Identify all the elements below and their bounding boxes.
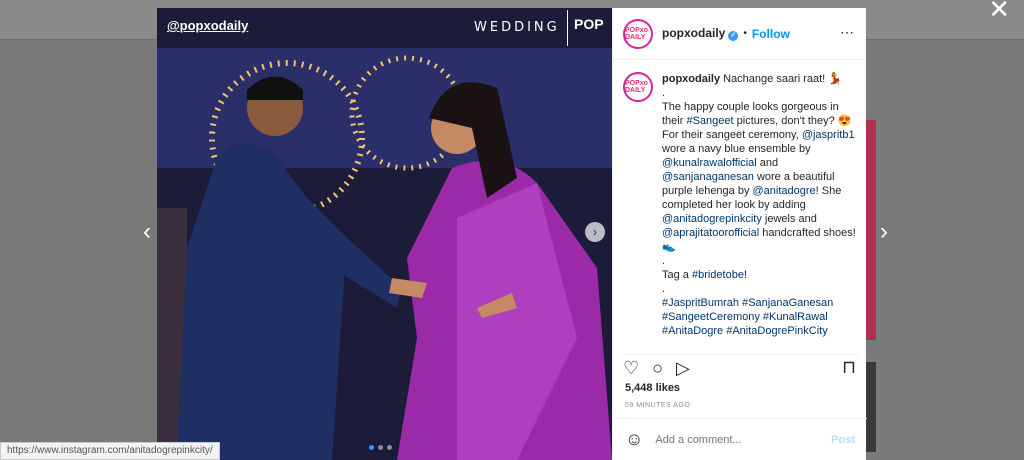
mention-link[interactable]: @anitadogre bbox=[753, 185, 816, 197]
mention-link[interactable]: @anitadogrepinkcity bbox=[662, 213, 762, 225]
popxo-logo: POP bbox=[567, 10, 605, 46]
status-url-tooltip: https://www.instagram.com/anitadogrepink… bbox=[0, 442, 220, 460]
caption-paragraph: ! bbox=[743, 269, 748, 281]
caption-username[interactable]: popxodaily bbox=[662, 73, 720, 85]
mention-link[interactable]: @sanjanaganesan bbox=[662, 171, 754, 183]
post-side-panel: POPxo DAILY popxodaily ✓ • Follow ⋯ POPxo… bbox=[612, 8, 867, 460]
caption-avatar[interactable]: POPxo DAILY bbox=[623, 72, 653, 102]
mention-link[interactable]: @jaspritb1 bbox=[802, 129, 855, 141]
follow-button[interactable]: Follow bbox=[752, 27, 790, 41]
caption-paragraph: For their sangeet ceremony, bbox=[662, 129, 802, 141]
hashtag-link[interactable]: #Sangeet bbox=[686, 115, 733, 127]
photo-wedding-label: WEDDING bbox=[474, 20, 560, 35]
mention-link[interactable]: @aprajitatoorofficial bbox=[662, 227, 759, 239]
likes-count[interactable]: 5,448 likes bbox=[625, 382, 680, 394]
caption-paragraph: jewels and bbox=[761, 213, 817, 225]
post-modal: @popxodaily WEDDING POP › POPxo DAILY po… bbox=[157, 8, 867, 460]
mention-link[interactable]: @kunalrawalofficial bbox=[662, 157, 757, 169]
close-icon[interactable]: ✕ bbox=[988, 0, 1010, 25]
post-timestamp[interactable]: 59 MINUTES AGO bbox=[625, 402, 690, 409]
save-bookmark-icon[interactable]: ⊓ bbox=[842, 357, 856, 378]
hashtag-list[interactable]: #JaspritBumrah #SanjanaGanesan #SangeetC… bbox=[662, 297, 833, 337]
separator-dot: • bbox=[743, 28, 747, 39]
hashtag-link[interactable]: #bridetobe bbox=[692, 269, 744, 281]
post-header: POPxo DAILY popxodaily ✓ • Follow ⋯ bbox=[613, 8, 866, 60]
carousel-dot bbox=[378, 445, 383, 450]
background-post-strip bbox=[866, 362, 876, 452]
caption-paragraph: wore a navy blue ensemble by bbox=[662, 143, 811, 155]
username-text[interactable]: popxodaily bbox=[662, 26, 725, 40]
action-icons: ♡ ○ ▷ bbox=[623, 358, 690, 379]
verified-badge-icon: ✓ bbox=[728, 31, 739, 41]
photo-handle-watermark: @popxodaily bbox=[167, 18, 249, 33]
like-icon[interactable]: ♡ bbox=[623, 358, 639, 379]
caption-dot: . bbox=[662, 87, 666, 99]
more-options-icon[interactable]: ⋯ bbox=[840, 24, 854, 41]
carousel-dot bbox=[387, 445, 392, 450]
caption-paragraph: Tag a bbox=[662, 269, 692, 281]
post-comment-button[interactable]: Post bbox=[831, 434, 855, 446]
caption-paragraph: and bbox=[756, 157, 779, 169]
caption-dot: . bbox=[662, 283, 666, 295]
background-post-strip bbox=[866, 120, 876, 340]
next-post-arrow-icon[interactable]: › bbox=[880, 218, 888, 246]
wedding-photo-illustration bbox=[157, 8, 612, 460]
carousel-dot-active bbox=[369, 445, 374, 450]
previous-post-arrow-icon[interactable]: ‹ bbox=[143, 218, 151, 246]
carousel-next-button[interactable]: › bbox=[585, 222, 605, 242]
carousel-dots bbox=[369, 445, 392, 450]
caption-paragraph: pictures, don't they? 😍 bbox=[733, 115, 852, 127]
caption-dot: . bbox=[662, 255, 666, 267]
comment-bar: ☺ Post bbox=[613, 418, 867, 460]
caption-text: popxodaily Nachange saari raat! 💃 . The … bbox=[662, 72, 858, 338]
caption-area: POPxo DAILY popxodaily Nachange saari ra… bbox=[623, 72, 859, 348]
post-photo[interactable]: @popxodaily WEDDING POP › bbox=[157, 8, 612, 460]
emoji-icon[interactable]: ☺ bbox=[625, 429, 643, 450]
share-icon[interactable]: ▷ bbox=[676, 358, 690, 379]
avatar[interactable]: POPxo DAILY bbox=[623, 18, 653, 49]
header-username[interactable]: popxodaily ✓ bbox=[662, 26, 739, 41]
comment-icon[interactable]: ○ bbox=[652, 358, 663, 379]
comment-input[interactable] bbox=[655, 433, 816, 446]
caption-line: Nachange saari raat! 💃 bbox=[720, 73, 842, 85]
